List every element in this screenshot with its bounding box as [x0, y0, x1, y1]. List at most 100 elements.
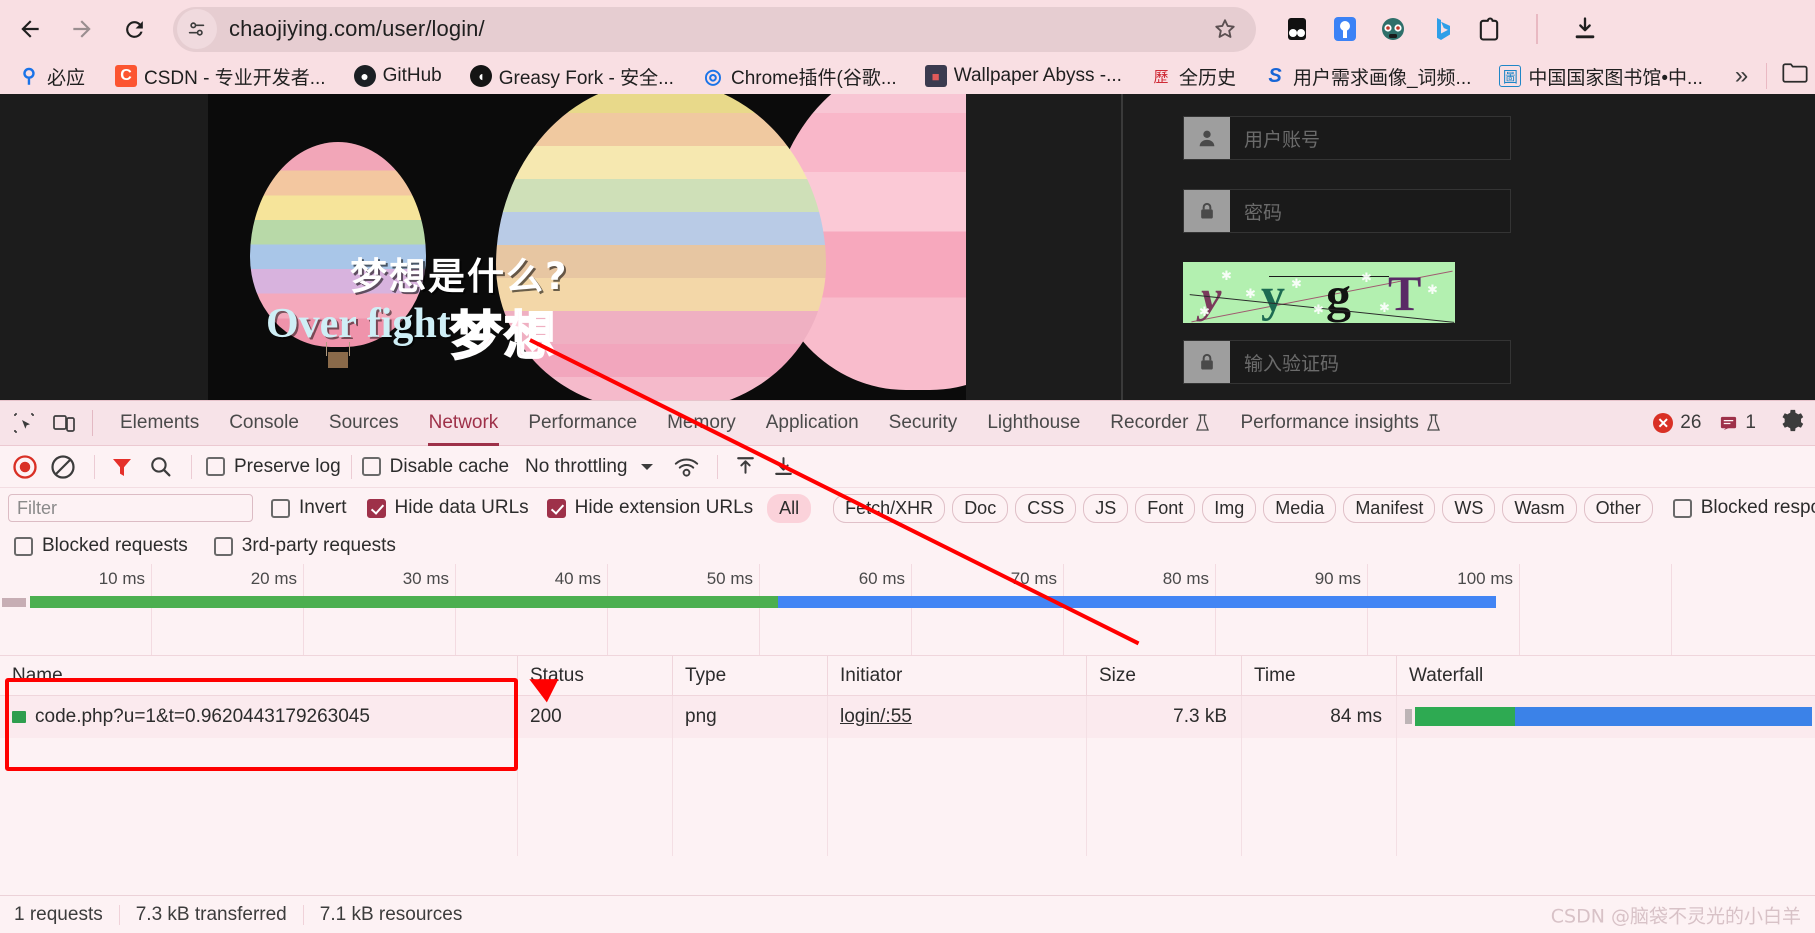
bing-copilot-icon[interactable]: [1424, 12, 1458, 46]
tab-elements[interactable]: Elements: [105, 401, 214, 446]
hide-data-urls-checkbox[interactable]: Hide data URLs: [366, 497, 529, 519]
extensions-puzzle-icon[interactable]: [1472, 12, 1506, 46]
address-bar[interactable]: chaojiying.com/user/login/: [173, 6, 1256, 52]
import-har-button[interactable]: [728, 450, 762, 484]
bing-search-icon: ⚲: [22, 65, 36, 87]
tab-network[interactable]: Network: [414, 401, 514, 446]
column-header-time[interactable]: Time: [1242, 656, 1397, 695]
extension-bluelight-icon: [1334, 17, 1356, 41]
type-filter-wasm[interactable]: Wasm: [1502, 493, 1577, 523]
column-header-initiator[interactable]: Initiator: [828, 656, 1087, 695]
disable-cache-checkbox[interactable]: Disable cache: [361, 456, 509, 478]
bookmark-star-button[interactable]: [1208, 12, 1242, 46]
bookmark-folder-button[interactable]: [1775, 61, 1815, 91]
bookmark-item-6[interactable]: 歷 全历史: [1142, 60, 1244, 93]
back-button[interactable]: [9, 8, 51, 50]
device-toolbar-button[interactable]: [48, 408, 80, 438]
network-conditions-button[interactable]: [669, 450, 703, 484]
throttling-dropdown[interactable]: No throttling: [525, 456, 655, 478]
captcha-star: ✱: [1313, 302, 1324, 317]
tab-performance-insights[interactable]: Performance insights: [1225, 401, 1455, 446]
ruler-label: 60 ms: [858, 569, 905, 588]
bookmark-item-5[interactable]: ■ Wallpaper Abyss -...: [917, 62, 1130, 90]
password-placeholder: 密码: [1244, 201, 1283, 224]
download-button[interactable]: [1568, 12, 1602, 46]
bookmark-item-0[interactable]: ⚲ 必应: [10, 60, 93, 93]
network-overview-timeline[interactable]: 10 ms 20 ms 30 ms 40 ms 50 ms 60 ms 70 m…: [0, 564, 1815, 656]
filter-input[interactable]: Filter: [8, 494, 253, 522]
type-filter-font[interactable]: Font: [1135, 493, 1196, 523]
bookmark-item-3[interactable]: ◖ Greasy Fork - 安全...: [462, 60, 682, 93]
type-filter-all[interactable]: All: [767, 493, 812, 523]
password-field[interactable]: 密码: [1183, 189, 1511, 233]
bookmark-item-7[interactable]: S 用户需求画像_词频...: [1256, 60, 1479, 93]
cell-name[interactable]: code.php?u=1&t=0.9620443179263045: [0, 696, 518, 738]
type-filter-js[interactable]: JS: [1083, 493, 1129, 523]
column-header-size[interactable]: Size: [1087, 656, 1242, 695]
type-filter-fetch-xhr[interactable]: Fetch/XHR: [833, 493, 946, 523]
captcha-input-field[interactable]: 输入验证码: [1183, 340, 1511, 384]
bookmark-item-8[interactable]: 圖 中国国家图书馆•中...: [1491, 60, 1711, 93]
chrome-icon: ◎: [704, 65, 722, 88]
export-har-button[interactable]: [766, 450, 800, 484]
forward-button[interactable]: [61, 8, 103, 50]
invert-checkbox[interactable]: Invert: [271, 497, 347, 519]
message-badge[interactable]: 1: [1719, 412, 1756, 434]
bookmark-item-1[interactable]: C CSDN - 专业开发者...: [107, 60, 334, 93]
table-row[interactable]: code.php?u=1&t=0.9620443179263045 200 pn…: [0, 696, 1815, 738]
column-header-name[interactable]: Name: [0, 656, 518, 695]
bookmark-item-2[interactable]: ● GitHub: [346, 62, 450, 90]
preserve-log-checkbox[interactable]: Preserve log: [206, 456, 341, 478]
type-filter-img[interactable]: Img: [1202, 493, 1257, 523]
type-filter-ws[interactable]: WS: [1442, 493, 1496, 523]
tab-application[interactable]: Application: [751, 401, 874, 446]
extension-dark-icon[interactable]: [1280, 12, 1314, 46]
search-button[interactable]: [143, 450, 177, 484]
error-badge[interactable]: ✕ 26: [1653, 412, 1701, 434]
tab-security[interactable]: Security: [874, 401, 973, 446]
inspect-element-button[interactable]: [8, 408, 40, 438]
reload-button[interactable]: [113, 8, 155, 50]
type-filter-other[interactable]: Other: [1583, 493, 1653, 523]
site-information-button[interactable]: [177, 9, 217, 49]
tab-memory[interactable]: Memory: [652, 401, 751, 446]
tab-sources[interactable]: Sources: [314, 401, 414, 446]
cell-initiator[interactable]: login/:55: [828, 696, 1087, 738]
tab-recorder[interactable]: Recorder: [1095, 401, 1225, 446]
third-party-requests-checkbox[interactable]: 3rd-party requests: [213, 535, 396, 557]
filter-toggle-button[interactable]: [105, 450, 139, 484]
type-filter-css[interactable]: CSS: [1015, 493, 1077, 523]
devtools-settings-button[interactable]: [1778, 407, 1805, 439]
bookmarks-overflow-button[interactable]: »: [1725, 62, 1758, 90]
ruler-label: 100 ms: [1457, 569, 1513, 588]
overview-download-bar: [778, 596, 1496, 608]
star-icon: [1215, 19, 1235, 38]
extension-bluelight-icon[interactable]: [1328, 12, 1362, 46]
captcha-char: T: [1388, 265, 1422, 321]
devtools-tabbar: Elements Console Sources Network Perform…: [0, 401, 1815, 446]
tab-console[interactable]: Console: [214, 401, 314, 446]
username-field[interactable]: 用户账号: [1183, 116, 1511, 160]
initiator-link[interactable]: login/:55: [840, 706, 912, 728]
ruler-label: 90 ms: [1314, 569, 1361, 588]
clear-button[interactable]: [46, 450, 80, 484]
column-header-waterfall[interactable]: Waterfall: [1397, 656, 1815, 695]
blocked-requests-checkbox[interactable]: Blocked requests: [14, 535, 188, 557]
bookmark-item-4[interactable]: ◎ Chrome插件(谷歌...: [694, 60, 905, 93]
type-filter-manifest[interactable]: Manifest: [1343, 493, 1436, 523]
record-button[interactable]: [8, 450, 42, 484]
type-filter-doc[interactable]: Doc: [952, 493, 1009, 523]
column-header-status[interactable]: Status: [518, 656, 673, 695]
checkbox-box: [14, 536, 33, 556]
type-filter-media[interactable]: Media: [1263, 493, 1337, 523]
column-header-type[interactable]: Type: [673, 656, 828, 695]
tab-performance[interactable]: Performance: [513, 401, 652, 446]
tab-lighthouse[interactable]: Lighthouse: [972, 401, 1095, 446]
upload-icon: [737, 457, 754, 474]
blocked-response-cookies-checkbox[interactable]: Blocked response cookies: [1672, 497, 1815, 519]
hide-extension-urls-checkbox[interactable]: Hide extension URLs: [546, 497, 753, 519]
bookmark-label: Chrome插件(谷歌...: [730, 67, 897, 89]
filler-cell: [1242, 738, 1397, 856]
extension-panda-icon[interactable]: [1376, 12, 1410, 46]
captcha-image[interactable]: y y g T ✱ ✱ ✱ ✱ ✱ ✱ ✱ ✱: [1183, 262, 1455, 323]
